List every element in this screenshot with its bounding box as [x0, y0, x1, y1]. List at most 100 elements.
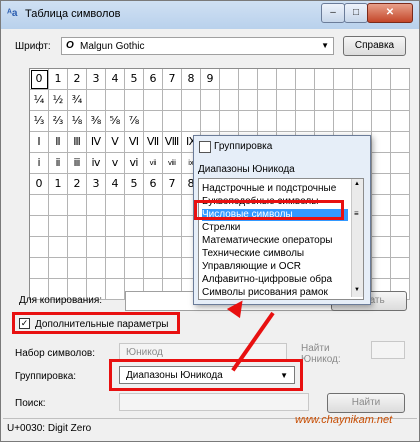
- grid-cell[interactable]: ⅜: [87, 111, 106, 132]
- grid-cell[interactable]: [201, 111, 220, 132]
- grid-cell[interactable]: [182, 111, 201, 132]
- grid-cell[interactable]: [315, 111, 334, 132]
- grid-cell[interactable]: [182, 90, 201, 111]
- grid-cell[interactable]: [220, 69, 239, 90]
- grid-cell[interactable]: [87, 258, 106, 279]
- grid-cell[interactable]: [30, 258, 49, 279]
- grid-cell[interactable]: [220, 111, 239, 132]
- scroll-down-icon[interactable]: ▼: [354, 287, 360, 293]
- grid-cell[interactable]: [30, 195, 49, 216]
- grid-cell[interactable]: ⅓: [30, 111, 49, 132]
- grid-cell[interactable]: [49, 216, 68, 237]
- goto-unicode-field[interactable]: [371, 341, 405, 359]
- search-field[interactable]: [119, 393, 309, 411]
- grid-cell[interactable]: ⅛: [68, 111, 87, 132]
- grid-cell[interactable]: [106, 195, 125, 216]
- grid-cell[interactable]: [68, 237, 87, 258]
- grid-cell[interactable]: [258, 111, 277, 132]
- grid-cell[interactable]: [239, 90, 258, 111]
- grid-cell[interactable]: [106, 258, 125, 279]
- grid-cell[interactable]: [315, 69, 334, 90]
- title-bar[interactable]: ᴬa Таблица символов – □ ✕: [1, 1, 419, 29]
- grid-cell[interactable]: [125, 237, 144, 258]
- grid-cell[interactable]: [372, 153, 391, 174]
- grid-cell[interactable]: [372, 69, 391, 90]
- grid-cell[interactable]: [315, 90, 334, 111]
- grid-cell[interactable]: Ⅷ: [163, 132, 182, 153]
- grid-cell[interactable]: [106, 90, 125, 111]
- grid-cell[interactable]: 9: [201, 69, 220, 90]
- grid-cell[interactable]: [87, 195, 106, 216]
- grid-cell[interactable]: 5: [125, 174, 144, 195]
- grid-cell[interactable]: [391, 216, 410, 237]
- grid-cell[interactable]: ⅲ: [68, 153, 87, 174]
- grid-cell[interactable]: [391, 90, 410, 111]
- list-item[interactable]: Математические операторы: [202, 235, 348, 247]
- list-item[interactable]: Стрелки: [202, 222, 348, 234]
- grid-cell[interactable]: Ⅰ: [30, 132, 49, 153]
- scroll-grip-icon[interactable]: ≡: [354, 209, 359, 218]
- grid-cell[interactable]: ⅵ: [125, 153, 144, 174]
- grid-cell[interactable]: [125, 258, 144, 279]
- grid-cell[interactable]: 7: [163, 69, 182, 90]
- list-item[interactable]: Символы рисования рамок: [202, 287, 348, 299]
- grid-cell[interactable]: [163, 237, 182, 258]
- grid-cell[interactable]: [372, 90, 391, 111]
- grid-cell[interactable]: [144, 258, 163, 279]
- grid-cell[interactable]: [144, 90, 163, 111]
- grid-cell[interactable]: [87, 90, 106, 111]
- grid-cell[interactable]: [125, 195, 144, 216]
- list-item-selected[interactable]: Числовые символы: [202, 209, 348, 221]
- grid-cell[interactable]: 0: [30, 174, 49, 195]
- grid-cell[interactable]: [372, 111, 391, 132]
- grid-cell[interactable]: [125, 216, 144, 237]
- grid-cell[interactable]: [30, 237, 49, 258]
- grid-cell[interactable]: ¼: [30, 90, 49, 111]
- list-item[interactable]: Буквоподобные символы: [202, 196, 348, 208]
- grid-cell[interactable]: [372, 216, 391, 237]
- grid-cell[interactable]: [68, 195, 87, 216]
- grid-cell[interactable]: 2: [68, 69, 87, 90]
- grid-cell[interactable]: Ⅳ: [87, 132, 106, 153]
- grid-cell[interactable]: [372, 258, 391, 279]
- grid-cell[interactable]: [391, 153, 410, 174]
- grid-cell[interactable]: 7: [163, 174, 182, 195]
- help-button[interactable]: Справка: [343, 36, 406, 56]
- grid-cell[interactable]: ⅴ: [106, 153, 125, 174]
- grid-cell[interactable]: [391, 195, 410, 216]
- grid-cell[interactable]: [220, 90, 239, 111]
- grid-cell[interactable]: [49, 258, 68, 279]
- grid-cell[interactable]: Ⅵ: [125, 132, 144, 153]
- grid-cell[interactable]: [372, 195, 391, 216]
- grid-cell[interactable]: 3: [87, 174, 106, 195]
- grid-cell[interactable]: 3: [87, 69, 106, 90]
- grid-cell[interactable]: [239, 69, 258, 90]
- grid-cell[interactable]: [87, 216, 106, 237]
- close-button[interactable]: ✕: [367, 3, 413, 23]
- grid-cell[interactable]: [163, 90, 182, 111]
- search-button[interactable]: Найти: [327, 393, 405, 413]
- minimize-button[interactable]: –: [321, 3, 345, 23]
- grid-cell[interactable]: [372, 174, 391, 195]
- grid-cell[interactable]: Ⅱ: [49, 132, 68, 153]
- grid-cell[interactable]: ⅷ: [163, 153, 182, 174]
- list-item[interactable]: Технические символы: [202, 248, 348, 260]
- list-item[interactable]: Алфавитно-цифровые обра: [202, 274, 348, 286]
- grid-cell[interactable]: [125, 90, 144, 111]
- grid-cell[interactable]: 6: [144, 174, 163, 195]
- grid-cell[interactable]: ⅶ: [144, 153, 163, 174]
- grid-cell[interactable]: [49, 195, 68, 216]
- list-item[interactable]: Надстрочные и подстрочные: [202, 183, 348, 195]
- grid-cell[interactable]: [30, 216, 49, 237]
- grid-cell[interactable]: Ⅲ: [68, 132, 87, 153]
- grid-cell[interactable]: 2: [68, 174, 87, 195]
- grid-cell[interactable]: Ⅴ: [106, 132, 125, 153]
- grid-cell[interactable]: [391, 111, 410, 132]
- grid-cell[interactable]: [258, 90, 277, 111]
- grid-cell[interactable]: ⅔: [49, 111, 68, 132]
- grid-cell[interactable]: ⅱ: [49, 153, 68, 174]
- charset-select[interactable]: Юникод: [119, 343, 287, 361]
- grid-cell[interactable]: [334, 69, 353, 90]
- grid-cell[interactable]: 4: [106, 174, 125, 195]
- grid-cell[interactable]: [353, 111, 372, 132]
